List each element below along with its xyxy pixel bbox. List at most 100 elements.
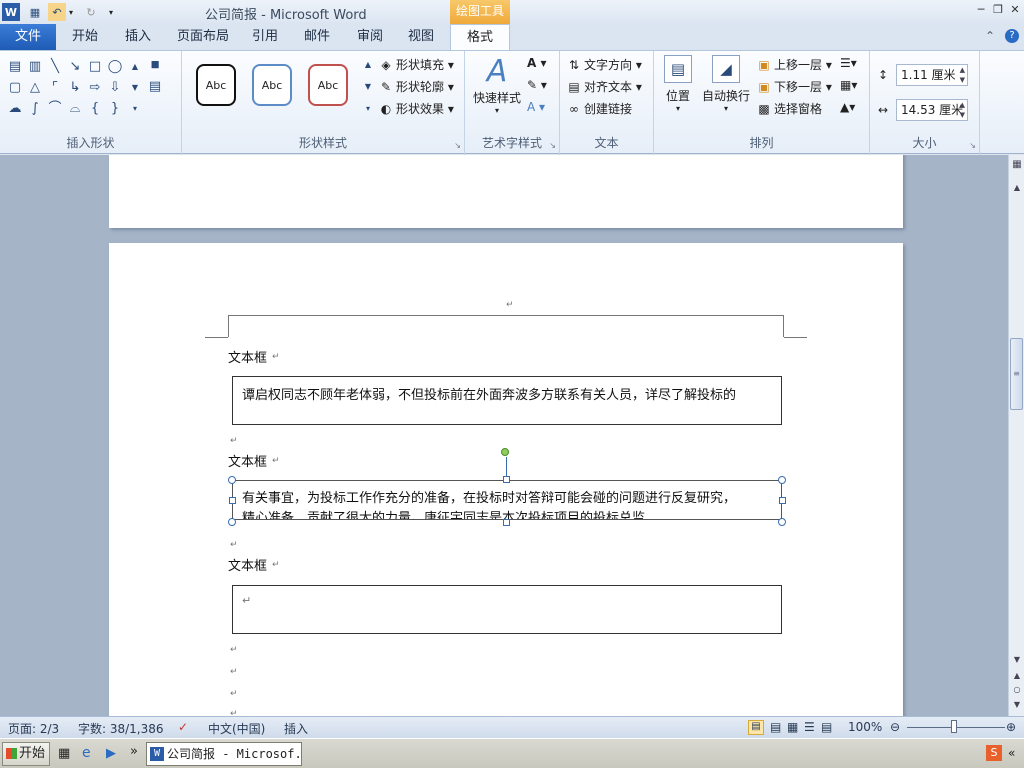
arrow-shape-icon[interactable]: ↘ <box>67 59 83 75</box>
arc-shape-icon[interactable]: ⌓ <box>67 101 83 117</box>
scroll-up-icon[interactable]: ▲ <box>1010 183 1024 192</box>
rectangle-shape-icon[interactable]: □ <box>87 59 103 75</box>
restore-icon[interactable]: ❐ <box>989 2 1007 18</box>
ime-icon[interactable]: S <box>986 745 1002 761</box>
insert-mode[interactable]: 插入 <box>284 720 308 737</box>
web-layout-icon[interactable]: ▦ <box>787 720 798 734</box>
shape-fill-button[interactable]: ◈ 形状填充 ▾ <box>378 56 453 73</box>
shape-style-black[interactable]: Abc <box>196 64 236 106</box>
zoom-out-icon[interactable]: ⊖ <box>890 720 900 734</box>
send-backward-button[interactable]: ▣ 下移一层 ▾ <box>756 78 832 95</box>
rotation-handle[interactable] <box>501 448 509 456</box>
print-layout-view-icon[interactable]: ▤ <box>748 720 764 735</box>
scroll-down-icon[interactable]: ▼ <box>1010 655 1024 664</box>
shapes-more-icon[interactable]: ▾ <box>127 101 143 117</box>
media-player-icon[interactable]: ▶ <box>106 746 116 761</box>
elbow-arrow-shape-icon[interactable]: ↳ <box>67 80 83 96</box>
draft-view-icon[interactable]: ▤ <box>821 720 832 734</box>
outline-view-icon[interactable]: ☰ <box>804 720 815 734</box>
tray-expand-icon[interactable]: « <box>1008 746 1015 760</box>
width-spinner-icon[interactable]: ▲ ▼ <box>960 100 965 120</box>
right-brace-shape-icon[interactable]: } <box>107 101 123 117</box>
edit-shape-icon[interactable]: ◾ <box>147 57 163 73</box>
resize-handle-bottom[interactable] <box>503 519 510 526</box>
wrap-text-button[interactable]: ◢ 自动换行 ▾ <box>700 55 752 113</box>
brace-shape-icon[interactable]: { <box>87 101 103 117</box>
triangle-shape-icon[interactable]: △ <box>27 80 43 96</box>
resize-handle-right[interactable] <box>779 497 786 504</box>
tab-insert[interactable]: 插入 <box>125 24 151 50</box>
bring-forward-button[interactable]: ▣ 上移一层 ▾ <box>756 56 832 73</box>
line-shape-icon[interactable]: ╲ <box>47 59 63 75</box>
styles-scroll-up-icon[interactable]: ▲ <box>360 57 376 73</box>
next-page-icon[interactable]: ▼ <box>1010 700 1024 709</box>
position-button[interactable]: ▤ 位置 ▾ <box>658 55 698 113</box>
curve-shape-icon[interactable]: ⌒ <box>47 101 63 117</box>
resize-handle-bottom-left[interactable] <box>228 518 236 526</box>
quick-styles-button[interactable]: A 快速样式 ▾ <box>469 55 525 116</box>
resize-handle-top-left[interactable] <box>228 476 236 484</box>
resize-handle-bottom-right[interactable] <box>778 518 786 526</box>
more-quicklaunch-icon[interactable]: » <box>130 744 138 759</box>
start-button[interactable]: 开始 <box>2 742 50 766</box>
rounded-rect-shape-icon[interactable]: ▢ <box>7 80 23 96</box>
zoom-slider-thumb[interactable] <box>951 720 957 733</box>
text-effects-icon[interactable]: A ▾ <box>527 100 545 114</box>
shape-outline-button[interactable]: ✎ 形状轮廓 ▾ <box>378 78 454 95</box>
redo-icon[interactable]: ↻ <box>82 3 100 21</box>
wordart-launcher-icon[interactable]: ↘ <box>549 141 556 150</box>
scroll-thumb[interactable]: ≡ <box>1010 338 1023 410</box>
cloud-shape-icon[interactable]: ☁ <box>7 101 23 117</box>
tab-format[interactable]: 格式 <box>450 24 510 51</box>
zoom-level[interactable]: 100% <box>848 720 882 734</box>
tab-references[interactable]: 引用 <box>252 24 278 50</box>
language[interactable]: 中文(中国) <box>208 720 265 737</box>
word-app-icon[interactable]: W <box>2 3 20 21</box>
word-taskbar-button[interactable]: W 公司简报 - Microsof... <box>146 742 302 766</box>
shapes-scroll-up-icon[interactable]: ▲ <box>127 59 143 75</box>
height-spinner-icon[interactable]: ▲ ▼ <box>960 65 965 85</box>
vertical-scrollbar[interactable]: ▦ ▲ ≡ ▼ ▲ ○ ▼ <box>1008 155 1024 716</box>
minimize-icon[interactable]: ─ <box>972 2 990 18</box>
styles-scroll-down-icon[interactable]: ▼ <box>360 79 376 95</box>
page-count[interactable]: 页面: 2/3 <box>8 720 59 737</box>
align-text-button[interactable]: ▤ 对齐文本 ▾ <box>566 78 642 95</box>
align-objects-icon[interactable]: ☰▾ <box>840 56 857 70</box>
tab-view[interactable]: 视图 <box>408 24 434 50</box>
tab-page-layout[interactable]: 页面布局 <box>177 24 229 50</box>
full-screen-reading-icon[interactable]: ▤ <box>770 720 781 734</box>
browse-object-icon[interactable]: ○ <box>1010 685 1024 694</box>
shape-height-field[interactable]: 1.11 厘米 ▲ ▼ <box>896 64 968 86</box>
oval-shape-icon[interactable]: ◯ <box>107 59 123 75</box>
rotate-objects-icon[interactable]: ▲▾ <box>840 100 855 114</box>
tab-mailings[interactable]: 邮件 <box>304 24 330 50</box>
show-desktop-icon[interactable]: ▦ <box>58 746 70 761</box>
tab-home[interactable]: 开始 <box>72 24 98 50</box>
textbox-shape-icon[interactable]: ▤ <box>7 59 23 75</box>
previous-page-icon[interactable]: ▲ <box>1010 671 1024 680</box>
resize-handle-top-right[interactable] <box>778 476 786 484</box>
shape-effects-button[interactable]: ◐ 形状效果 ▾ <box>378 100 454 117</box>
proofing-icon[interactable]: ✓ <box>178 720 188 734</box>
internet-explorer-icon[interactable]: e <box>82 745 91 761</box>
word-count[interactable]: 字数: 38/1,386 <box>78 720 164 737</box>
text-outline-icon[interactable]: ✎ ▾ <box>527 78 547 92</box>
resize-handle-left[interactable] <box>229 497 236 504</box>
minimize-ribbon-icon[interactable]: ⌃ <box>985 29 995 43</box>
shape-width-field[interactable]: 14.53 厘米 ▲ ▼ <box>896 99 968 121</box>
elbow-connector-shape-icon[interactable]: ⌜ <box>47 80 63 96</box>
shape-style-red[interactable]: Abc <box>308 64 348 106</box>
customize-qat-icon[interactable]: ▾ <box>104 3 118 21</box>
create-link-button[interactable]: ∞ 创建链接 <box>566 100 632 117</box>
undo-icon[interactable]: ↶ <box>48 3 66 21</box>
zoom-in-icon[interactable]: ⊕ <box>1006 720 1016 734</box>
document-page[interactable]: ↵ 文本框 ↵ 谭启权同志不顾年老体弱，不但投标前在外面奔波多方联系有关人员，详… <box>109 243 903 716</box>
resize-handle-top[interactable] <box>503 476 510 483</box>
document-area[interactable]: ↵ 文本框 ↵ 谭启权同志不顾年老体弱，不但投标前在外面奔波多方联系有关人员，详… <box>0 155 1008 716</box>
close-icon[interactable]: ✕ <box>1006 2 1024 18</box>
text-box-3[interactable]: ↵ <box>232 585 782 634</box>
text-box-1[interactable]: 谭启权同志不顾年老体弱，不但投标前在外面奔波多方联系有关人员，详尽了解投标的 <box>232 376 782 425</box>
tab-review[interactable]: 审阅 <box>357 24 383 50</box>
save-icon[interactable]: ▦ <box>26 3 44 21</box>
group-objects-icon[interactable]: ▦▾ <box>840 78 857 92</box>
